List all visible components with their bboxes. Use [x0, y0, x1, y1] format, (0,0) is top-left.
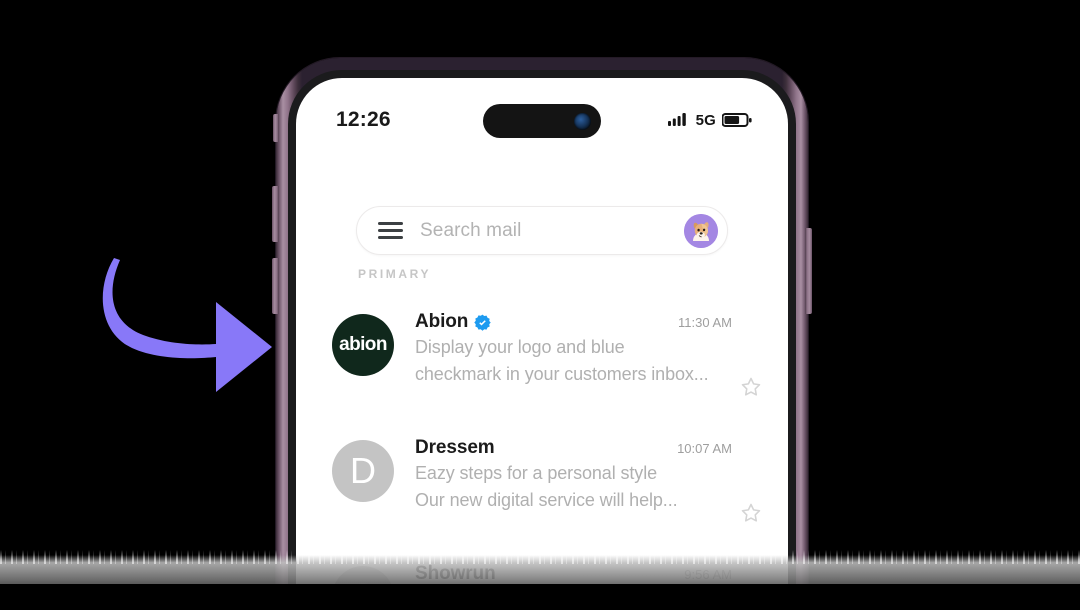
side-power-button[interactable]: [805, 228, 812, 314]
dynamic-island: [483, 104, 601, 138]
email-time: 9:56 AM: [684, 566, 732, 582]
front-camera-lens-icon: [574, 112, 591, 130]
email-snippet-line1: Display your logo and blue: [415, 337, 625, 357]
phone-screen: 12:26 5G Search mail PRIMARY abion Abion…: [296, 78, 788, 610]
email-snippet-line1: Eazy steps for a personal style: [415, 463, 658, 483]
curved-arrow-right-icon: [102, 258, 272, 392]
hamburger-menu-icon[interactable]: [378, 222, 403, 239]
email-sender: Dressem: [415, 437, 495, 458]
bottom-black-mask: [0, 584, 1080, 610]
avatar-logo-text: abion: [339, 334, 387, 355]
volume-down-button[interactable]: [272, 258, 279, 314]
search-bar[interactable]: Search mail: [356, 206, 728, 255]
avatar-initial: D: [350, 450, 376, 491]
volume-up-button[interactable]: [272, 186, 279, 242]
email-header-line: Showrun 9:56 AM: [415, 563, 732, 585]
ring-silent-switch[interactable]: [273, 114, 279, 142]
email-snippet-line2: Our new digital service will help...: [415, 489, 678, 510]
email-snippet-line2: checkmark in your customers inbox...: [415, 363, 709, 384]
email-time: 10:07 AM: [677, 440, 732, 456]
email-sender: Showrun: [415, 563, 496, 584]
email-body: Dressem 10:07 AM Eazy steps for a person…: [415, 434, 732, 513]
battery-icon: [722, 113, 752, 127]
inbox-section-label: PRIMARY: [358, 267, 432, 281]
phone-device-frame: 12:26 5G Search mail PRIMARY abion Abion…: [272, 58, 812, 610]
user-avatar-dog[interactable]: [684, 213, 718, 248]
cellular-bars-icon: [667, 113, 686, 126]
status-indicators: 5G: [667, 111, 752, 129]
network-type-label: 5G: [695, 111, 716, 129]
email-list: abion Abion 11:30 AM Display your logo a…: [296, 292, 788, 610]
avatar: abion: [332, 314, 394, 376]
email-header-line: Abion 11:30 AM: [415, 311, 732, 333]
email-header-line: Dressem 10:07 AM: [415, 437, 732, 459]
avatar: D: [332, 440, 394, 502]
status-clock: 12:26: [336, 108, 391, 131]
table-row[interactable]: D Dressem 10:07 AM Eazy steps for a pers…: [296, 418, 788, 544]
email-sender: Abion: [415, 311, 469, 332]
table-row[interactable]: abion Abion 11:30 AM Display your logo a…: [296, 292, 788, 418]
verified-badge-icon: [474, 314, 492, 331]
star-outline-icon[interactable]: [740, 502, 762, 524]
screenshot-stage: 12:26 5G Search mail PRIMARY abion Abion…: [0, 0, 1080, 610]
star-outline-icon[interactable]: [740, 376, 762, 398]
search-input[interactable]: Search mail: [420, 220, 684, 242]
email-time: 11:30 AM: [678, 314, 732, 330]
email-body: Abion 11:30 AM Display your logo and blu…: [415, 308, 732, 387]
